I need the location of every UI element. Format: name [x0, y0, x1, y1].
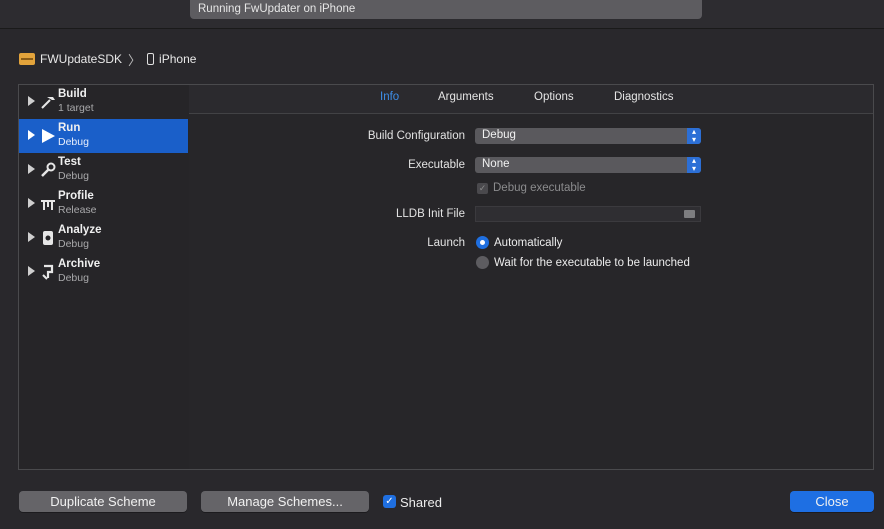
debug-executable-label: Debug executable	[493, 182, 586, 194]
debug-executable-checkbox[interactable]: ✓	[477, 183, 488, 194]
tab-options[interactable]: Options	[534, 91, 574, 103]
folder-icon[interactable]	[684, 210, 695, 218]
sidebar-item-build[interactable]: Build 1 target	[19, 85, 188, 119]
hammer-icon	[39, 93, 57, 111]
breadcrumb[interactable]: FWUpdateSDK 〉 iPhone	[19, 51, 196, 68]
sidebar-item-archive[interactable]: Archive Debug	[19, 255, 188, 289]
sidebar-item-sublabel: Release	[58, 204, 97, 216]
breadcrumb-destination[interactable]: iPhone	[159, 52, 196, 66]
launch-automatically-label: Automatically	[494, 237, 563, 249]
activity-viewer: Running FwUpdater on iPhone	[190, 0, 702, 19]
executable-label: Executable	[408, 159, 465, 171]
executable-value: None	[482, 158, 510, 170]
wrench-icon	[39, 161, 57, 179]
disclosure-triangle-icon[interactable]	[28, 164, 35, 174]
launch-automatically-radio[interactable]	[476, 236, 489, 249]
shared-label: Shared	[400, 495, 442, 510]
action-sidebar: Build 1 target Run Debug Test Debug Prof…	[19, 85, 190, 469]
sidebar-item-label: Run	[58, 122, 81, 134]
manage-schemes-button[interactable]: Manage Schemes...	[201, 491, 369, 512]
sidebar-item-sublabel: Debug	[58, 136, 89, 148]
build-configuration-value: Debug	[482, 129, 516, 141]
window-toolbar: Running FwUpdater on iPhone	[0, 0, 884, 29]
sidebar-item-test[interactable]: Test Debug	[19, 153, 188, 187]
build-configuration-label: Build Configuration	[367, 130, 465, 142]
sidebar-item-sublabel: Debug	[58, 272, 89, 284]
sidebar-item-run[interactable]: Run Debug	[19, 119, 188, 153]
launch-label: Launch	[427, 237, 465, 249]
tab-arguments[interactable]: Arguments	[438, 91, 494, 103]
breadcrumb-scheme[interactable]: FWUpdateSDK	[40, 52, 122, 66]
disclosure-triangle-icon[interactable]	[28, 266, 35, 276]
iphone-icon	[147, 53, 155, 65]
sidebar-item-label: Archive	[58, 258, 101, 270]
lldb-init-file-field[interactable]	[475, 206, 701, 222]
executable-popup[interactable]: None ▴ ▾	[475, 157, 701, 173]
sidebar-item-label: Analyze	[58, 224, 102, 236]
sidebar-item-label: Profile	[58, 190, 94, 202]
shared-checkbox[interactable]: ✓	[383, 495, 396, 508]
disclosure-triangle-icon[interactable]	[28, 96, 35, 106]
sidebar-item-sublabel: Debug	[58, 170, 89, 182]
analyze-icon	[39, 229, 57, 247]
sidebar-item-analyze[interactable]: Analyze Debug	[19, 221, 188, 255]
sidebar-item-sublabel: Debug	[58, 238, 89, 250]
disclosure-triangle-icon[interactable]	[28, 232, 35, 242]
toolbox-icon	[19, 53, 35, 65]
sidebar-item-sublabel: 1 target	[58, 102, 94, 114]
instruments-icon	[39, 195, 57, 213]
tab-bar: Info Arguments Options Diagnostics	[189, 85, 873, 114]
run-settings-content: Info Arguments Options Diagnostics Build…	[189, 85, 873, 469]
chevron-right-icon: 〉	[128, 52, 142, 68]
sidebar-item-label: Test	[58, 156, 81, 168]
disclosure-triangle-icon[interactable]	[28, 130, 35, 140]
archive-icon	[39, 263, 57, 281]
scheme-editor-panel: Build 1 target Run Debug Test Debug Prof…	[18, 84, 874, 470]
tab-diagnostics[interactable]: Diagnostics	[614, 91, 673, 103]
disclosure-triangle-icon[interactable]	[28, 198, 35, 208]
sidebar-item-profile[interactable]: Profile Release	[19, 187, 188, 221]
activity-status-text: Running FwUpdater on iPhone	[198, 3, 356, 15]
build-configuration-popup[interactable]: Debug ▴ ▾	[475, 128, 701, 144]
sidebar-item-label: Build	[58, 88, 87, 100]
play-icon	[39, 127, 57, 145]
tab-info[interactable]: Info	[380, 91, 399, 103]
launch-wait-radio[interactable]	[476, 256, 489, 269]
popup-stepper-icon: ▴ ▾	[687, 128, 701, 144]
lldb-init-file-label: LLDB Init File	[395, 208, 465, 220]
close-button[interactable]: Close	[790, 491, 874, 512]
duplicate-scheme-button[interactable]: Duplicate Scheme	[19, 491, 187, 512]
popup-stepper-icon: ▴ ▾	[687, 157, 701, 173]
launch-wait-label: Wait for the executable to be launched	[494, 257, 690, 269]
